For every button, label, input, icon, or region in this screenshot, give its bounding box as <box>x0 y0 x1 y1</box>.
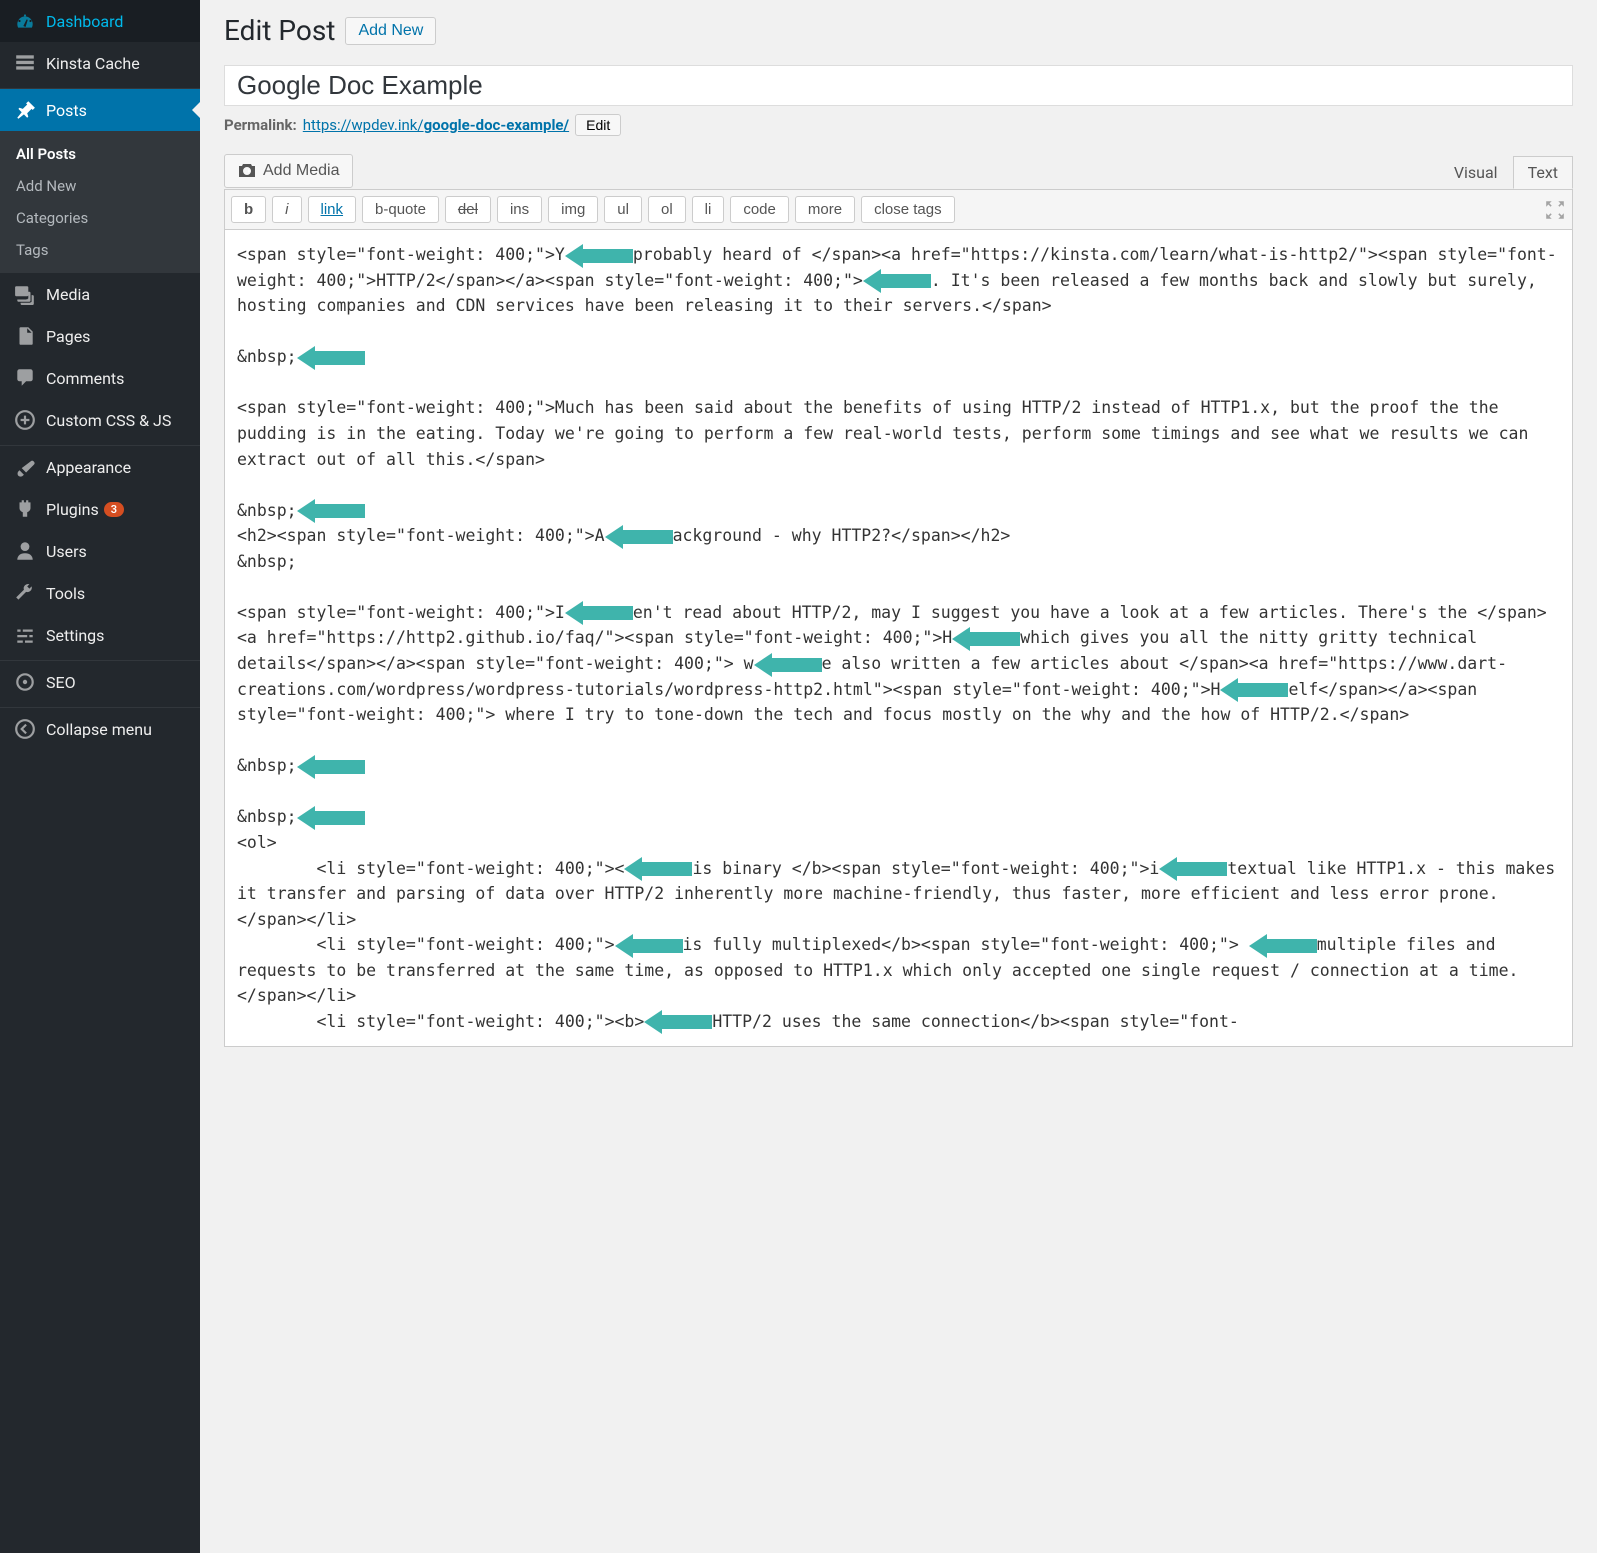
menu-label: SEO <box>46 673 76 692</box>
menu-label: Kinsta Cache <box>46 54 140 73</box>
menu-settings[interactable]: Settings <box>0 614 200 656</box>
annotation-arrow-icon <box>565 602 633 624</box>
qt-close[interactable]: close tags <box>861 196 955 223</box>
menu-dashboard[interactable]: Dashboard <box>0 0 200 42</box>
qt-i[interactable]: i <box>272 196 301 223</box>
annotation-arrow-icon <box>297 807 365 829</box>
qt-del[interactable]: del <box>445 196 491 223</box>
post-title-input[interactable] <box>224 65 1573 106</box>
menu-label: Posts <box>46 101 87 120</box>
annotation-arrow-icon <box>605 526 673 548</box>
qt-ul[interactable]: ul <box>604 196 642 223</box>
fullscreen-icon[interactable] <box>1544 199 1566 221</box>
add-media-button[interactable]: Add Media <box>224 154 353 188</box>
annotation-arrow-icon <box>297 756 365 778</box>
menu-label: Tools <box>46 584 85 603</box>
collapse-icon <box>12 716 38 742</box>
menu-label: Pages <box>46 327 90 346</box>
seo-icon <box>12 669 38 695</box>
posts-submenu: All Posts Add New Categories Tags <box>0 131 200 273</box>
page-title: Edit Post <box>224 14 335 47</box>
permalink-label: Permalink: <box>224 116 297 134</box>
menu-label: Users <box>46 542 87 561</box>
content-editor[interactable]: <span style="font-weight: 400;">Yprobabl… <box>224 230 1573 1047</box>
qt-bquote[interactable]: b-quote <box>362 196 439 223</box>
annotation-arrow-icon <box>863 270 931 292</box>
tab-text[interactable]: Text <box>1513 156 1573 189</box>
menu-label: Dashboard <box>46 12 123 31</box>
annotation-arrow-icon <box>952 628 1020 650</box>
annotation-arrow-icon <box>297 500 365 522</box>
menu-label: Collapse menu <box>46 720 152 739</box>
annotation-arrow-icon <box>624 858 692 880</box>
menu-custom-css-js[interactable]: Custom CSS & JS <box>0 399 200 441</box>
media-icon <box>12 281 38 307</box>
annotation-arrow-icon <box>754 654 822 676</box>
qt-b[interactable]: b <box>231 196 266 223</box>
menu-kinsta-cache[interactable]: Kinsta Cache <box>0 42 200 84</box>
menu-users[interactable]: Users <box>0 530 200 572</box>
annotation-arrow-icon <box>1159 858 1227 880</box>
menu-label: Settings <box>46 626 104 645</box>
add-new-button[interactable]: Add New <box>345 17 436 45</box>
camera-icon <box>237 161 257 181</box>
quicktags-toolbar: b i link b-quote del ins img ul ol li co… <box>224 189 1573 230</box>
permalink-edit-button[interactable]: Edit <box>575 114 621 136</box>
user-icon <box>12 538 38 564</box>
qt-img[interactable]: img <box>548 196 598 223</box>
annotation-arrow-icon <box>565 245 633 267</box>
menu-collapse[interactable]: Collapse menu <box>0 708 200 750</box>
media-button-label: Add Media <box>263 162 340 180</box>
sliders-icon <box>12 622 38 648</box>
annotation-arrow-icon <box>297 347 365 369</box>
qt-ol[interactable]: ol <box>648 196 686 223</box>
menu-label: Appearance <box>46 458 131 477</box>
qt-more[interactable]: more <box>795 196 855 223</box>
submenu-tags[interactable]: Tags <box>0 234 200 266</box>
menu-comments[interactable]: Comments <box>0 357 200 399</box>
annotation-arrow-icon <box>1220 679 1288 701</box>
menu-appearance[interactable]: Appearance <box>0 446 200 488</box>
qt-li[interactable]: li <box>692 196 725 223</box>
menu-label: Custom CSS & JS <box>46 411 171 430</box>
tab-visual[interactable]: Visual <box>1439 156 1513 189</box>
submenu-categories[interactable]: Categories <box>0 202 200 234</box>
admin-sidebar: Dashboard Kinsta Cache Posts All Posts A… <box>0 0 200 1553</box>
cache-icon <box>12 50 38 76</box>
pages-icon <box>12 323 38 349</box>
plug-icon <box>12 496 38 522</box>
permalink-link[interactable]: https://wpdev.ink/google-doc-example/ <box>303 116 569 134</box>
menu-pages[interactable]: Pages <box>0 315 200 357</box>
annotation-arrow-icon <box>1249 935 1317 957</box>
menu-media[interactable]: Media <box>0 273 200 315</box>
annotation-arrow-icon <box>644 1011 712 1033</box>
permalink-row: Permalink: https://wpdev.ink/google-doc-… <box>224 114 1573 136</box>
brush-icon <box>12 454 38 480</box>
annotation-arrow-icon <box>615 935 683 957</box>
qt-link[interactable]: link <box>308 196 357 223</box>
menu-label: Plugins <box>46 500 99 519</box>
menu-seo[interactable]: SEO <box>0 661 200 703</box>
menu-label: Comments <box>46 369 124 388</box>
editor-tabs: Visual Text <box>224 156 1573 189</box>
wrench-icon <box>12 580 38 606</box>
qt-code[interactable]: code <box>730 196 789 223</box>
dashboard-icon <box>12 8 38 34</box>
submenu-all-posts[interactable]: All Posts <box>0 138 200 170</box>
menu-tools[interactable]: Tools <box>0 572 200 614</box>
menu-plugins[interactable]: Plugins 3 <box>0 488 200 530</box>
submenu-add-new[interactable]: Add New <box>0 170 200 202</box>
plugin-update-badge: 3 <box>104 502 124 517</box>
menu-posts[interactable]: Posts <box>0 89 200 131</box>
pin-icon <box>12 97 38 123</box>
plus-icon <box>12 407 38 433</box>
comments-icon <box>12 365 38 391</box>
qt-ins[interactable]: ins <box>497 196 542 223</box>
main-content: Edit Post Add New Permalink: https://wpd… <box>200 0 1597 1553</box>
menu-label: Media <box>46 285 90 304</box>
